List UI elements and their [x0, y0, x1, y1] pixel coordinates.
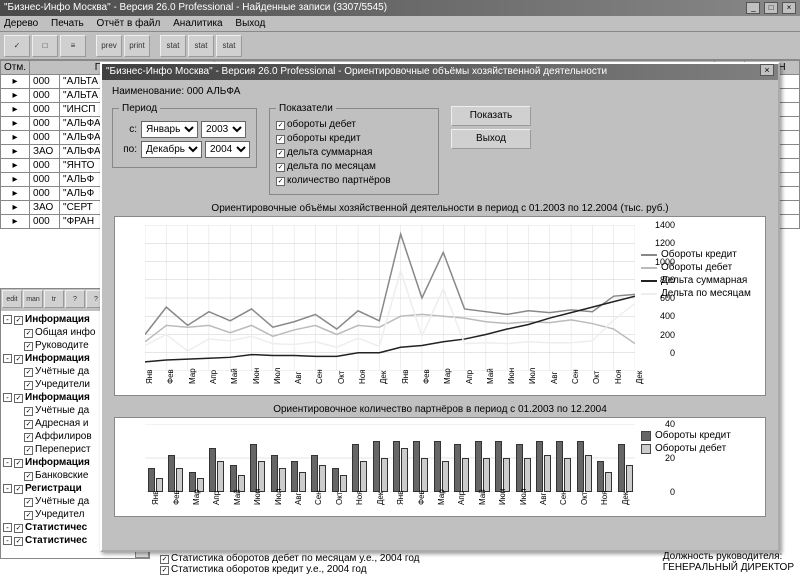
- tb-stat2-icon[interactable]: stat: [188, 35, 214, 57]
- dialog-buttons: Показать Выход: [451, 103, 531, 152]
- main-title-bar: "Бизнес-Инфо Москва" - Версия 26.0 Profe…: [0, 0, 800, 16]
- activity-dialog: "Бизнес-Инфо Москва" - Версия 26.0 Profe…: [100, 62, 780, 552]
- close-icon[interactable]: ×: [782, 2, 796, 14]
- from-month-select[interactable]: Январь: [141, 121, 198, 138]
- period-fieldset: Период с: Январь 2003 по: Декабрь 2004: [112, 103, 257, 168]
- app-title: "Бизнес-Инфо Москва" - Версия 26.0 Profe…: [4, 0, 387, 16]
- indicator-checkbox[interactable]: ✓дельта суммарная: [276, 146, 432, 160]
- dialog-close-icon[interactable]: ×: [760, 64, 774, 76]
- indicator-checkbox[interactable]: ✓дельта по месяцам: [276, 160, 432, 174]
- tree-man-icon[interactable]: man: [23, 290, 43, 308]
- indicators-fieldset: Показатели ✓обороты дебет✓обороты кредит…: [269, 103, 439, 195]
- to-year-select[interactable]: 2004: [205, 141, 250, 158]
- tb-stat1-icon[interactable]: stat: [160, 35, 186, 57]
- tb-prev-icon[interactable]: prev: [96, 35, 122, 57]
- menu-report[interactable]: Отчёт в файл: [97, 18, 161, 29]
- col-mark[interactable]: Отм.: [1, 61, 30, 75]
- chart1: Обороты кредитОбороты дебетДельта суммар…: [114, 216, 766, 396]
- menu-analytics[interactable]: Аналитика: [173, 18, 223, 29]
- company-name: 000 АЛЬФА: [187, 86, 241, 97]
- show-button[interactable]: Показать: [451, 106, 531, 126]
- tb-list-icon[interactable]: ≡: [60, 35, 86, 57]
- tree-tr-icon[interactable]: tr: [44, 290, 64, 308]
- menu-tree[interactable]: Дерево: [4, 18, 38, 29]
- tb-stat3-icon[interactable]: stat: [216, 35, 242, 57]
- name-row: Наименование: 000 АЛЬФА: [112, 86, 768, 97]
- tree-a-icon[interactable]: ?: [65, 290, 85, 308]
- manager-info: Должность руководителя: ГЕНЕРАЛЬНЫЙ ДИРЕ…: [663, 551, 794, 573]
- indicator-checkbox[interactable]: ✓количество партнёров: [276, 174, 432, 188]
- to-month-select[interactable]: Декабрь: [141, 141, 202, 158]
- chart2-legend: Обороты кредитОбороты дебет: [641, 428, 761, 456]
- minimize-icon[interactable]: _: [746, 2, 760, 14]
- chart2: Обороты кредитОбороты дебет 02040ЯнвФевМ…: [114, 417, 766, 517]
- chart1-title: Ориентировочные объёмы хозяйственной дея…: [112, 203, 768, 214]
- chart2-title: Ориентировочное количество партнёров в п…: [112, 404, 768, 415]
- tb-check-icon[interactable]: ✓: [4, 35, 30, 57]
- indicator-checkbox[interactable]: ✓обороты кредит: [276, 132, 432, 146]
- window-controls: _ □ ×: [745, 0, 796, 16]
- dialog-title: "Бизнес-Инфо Москва" - Версия 26.0 Profe…: [106, 64, 607, 80]
- menu-bar: Дерево Печать Отчёт в файл Аналитика Вых…: [0, 16, 800, 32]
- tb-print-icon[interactable]: print: [124, 35, 150, 57]
- tb-box-icon[interactable]: □: [32, 35, 58, 57]
- dialog-title-bar: "Бизнес-Инфо Москва" - Версия 26.0 Profe…: [102, 64, 778, 80]
- from-year-select[interactable]: 2003: [201, 121, 246, 138]
- footer-stats: ✓Статистика оборотов дебет по месяцам у.…: [160, 553, 420, 575]
- menu-print[interactable]: Печать: [51, 18, 84, 29]
- indicator-checkbox[interactable]: ✓обороты дебет: [276, 118, 432, 132]
- maximize-icon[interactable]: □: [764, 2, 778, 14]
- exit-button[interactable]: Выход: [451, 129, 531, 149]
- tree-edit-icon[interactable]: edit: [2, 290, 22, 308]
- toolbar: ✓ □ ≡ prev print stat stat stat: [0, 32, 800, 60]
- menu-exit[interactable]: Выход: [235, 18, 265, 29]
